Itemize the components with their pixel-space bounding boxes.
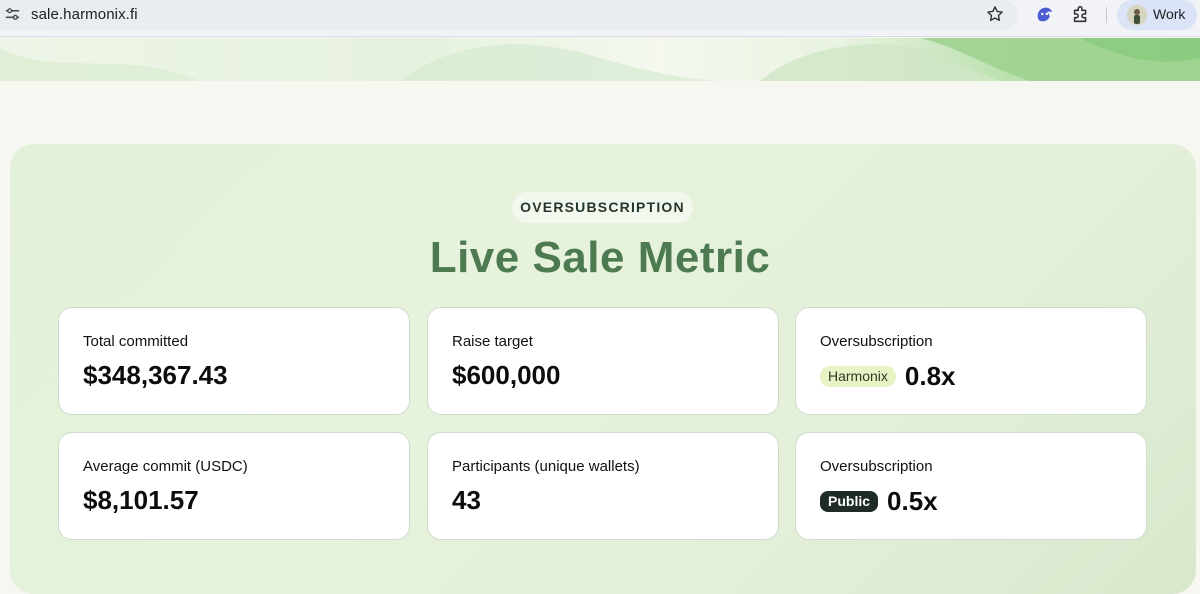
metric-card-total-committed: Total committed $348,367.43 bbox=[58, 307, 410, 415]
assistant-extension-icon[interactable] bbox=[1034, 3, 1056, 25]
section-badge: OVERSUBSCRIPTION bbox=[512, 192, 693, 223]
public-tag: Public bbox=[820, 490, 879, 512]
metric-label: Average commit (USDC) bbox=[83, 458, 248, 475]
site-settings-icon[interactable] bbox=[5, 7, 20, 22]
metric-card-oversubscription-harmonix: Oversubscription Harmonix 0.8x bbox=[795, 307, 1147, 415]
profile-button[interactable]: Work bbox=[1117, 0, 1197, 30]
url-text[interactable]: sale.harmonix.fi bbox=[31, 6, 138, 23]
metric-value: $8,101.57 bbox=[83, 485, 199, 515]
address-bar[interactable]: sale.harmonix.fi bbox=[0, 0, 1018, 30]
metric-card-raise-target: Raise target $600,000 bbox=[427, 307, 779, 415]
profile-name: Work bbox=[1153, 6, 1186, 22]
metric-card-average-commit: Average commit (USDC) $8,101.57 bbox=[58, 432, 410, 540]
hero-banner bbox=[0, 38, 1200, 81]
metric-label: Oversubscription bbox=[820, 458, 933, 475]
metric-label: Total committed bbox=[83, 333, 189, 350]
harmonix-tag: Harmonix bbox=[820, 365, 896, 387]
toolbar-divider bbox=[1106, 7, 1107, 23]
avatar bbox=[1127, 5, 1147, 25]
bookmark-star-icon[interactable] bbox=[985, 4, 1005, 24]
metric-card-oversubscription-public: Oversubscription Public 0.5x bbox=[795, 432, 1147, 540]
browser-toolbar: sale.harmonix.fi Work bbox=[0, 0, 1200, 37]
metric-label: Oversubscription bbox=[820, 333, 933, 350]
metric-value: $600,000 bbox=[452, 360, 561, 390]
metric-value: 43 bbox=[452, 485, 481, 515]
metric-value: 0.8x bbox=[904, 360, 956, 391]
metric-label: Participants (unique wallets) bbox=[452, 458, 640, 475]
metric-tag-row: Public 0.5x bbox=[820, 485, 938, 517]
metric-value: 0.5x bbox=[887, 485, 938, 516]
page-title: Live Sale Metric bbox=[429, 233, 771, 282]
metric-card-participants: Participants (unique wallets) 43 bbox=[427, 432, 779, 540]
extensions-puzzle-icon[interactable] bbox=[1070, 3, 1092, 25]
metric-value: $348,367.43 bbox=[83, 360, 228, 390]
metric-label: Raise target bbox=[452, 333, 533, 350]
metric-tag-row: Harmonix 0.8x bbox=[820, 360, 956, 392]
